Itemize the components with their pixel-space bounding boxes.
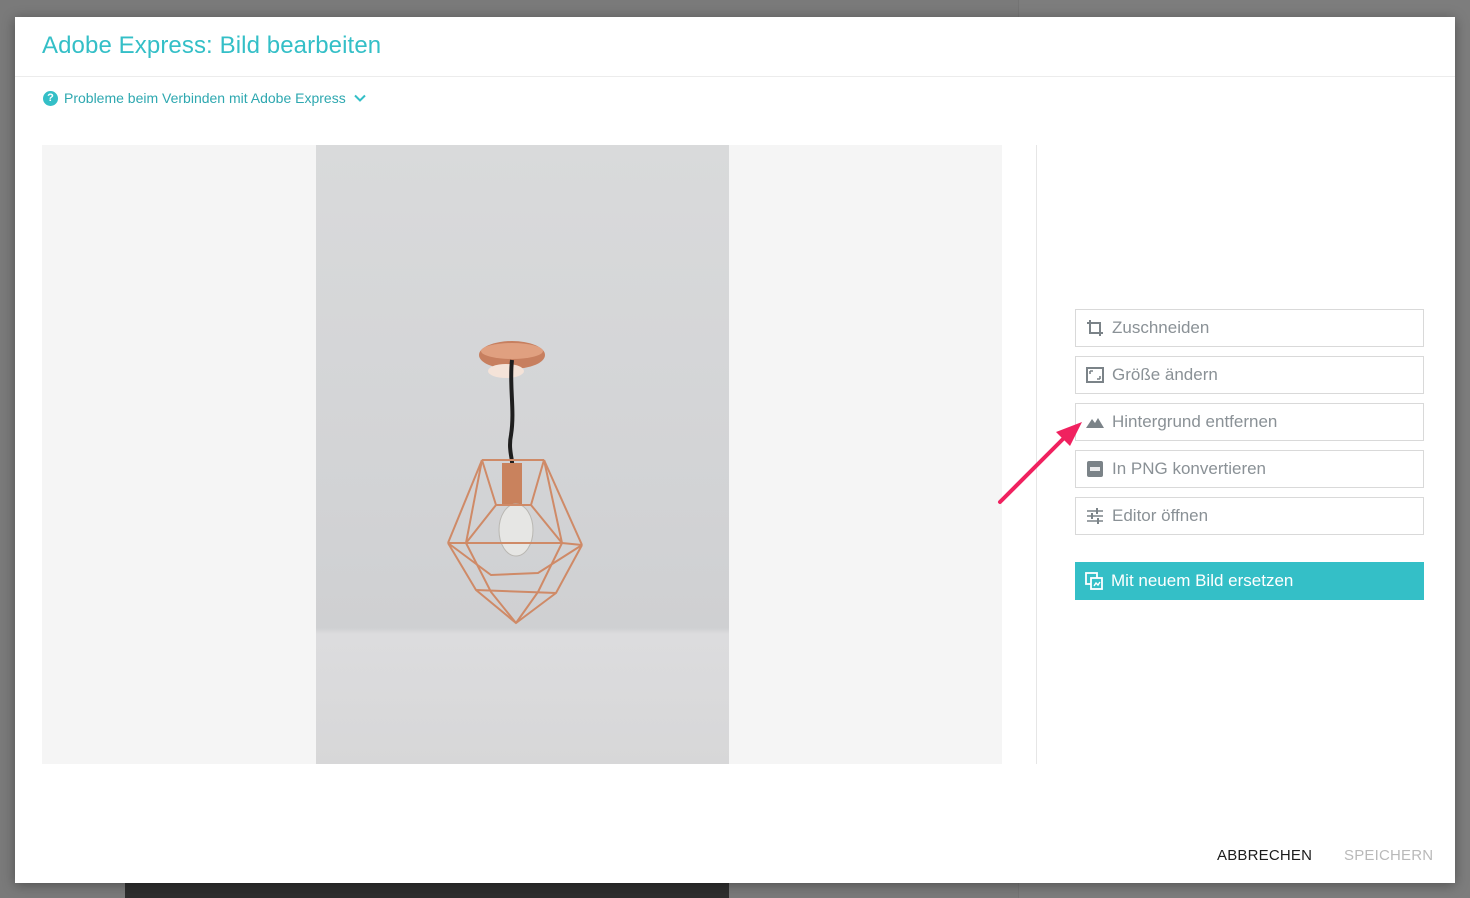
cancel-button[interactable]: ABBRECHEN	[1217, 847, 1312, 864]
dialog-title: Adobe Express: Bild bearbeiten	[42, 32, 382, 59]
pendant-lamp-illustration	[447, 341, 583, 625]
replace-image-label: Mit neuem Bild ersetzen	[1111, 571, 1294, 590]
remove-background-label: Hintergrund entfernen	[1112, 412, 1278, 431]
convert-png-button[interactable]: In PNG konvertieren	[1075, 450, 1424, 488]
resize-button[interactable]: Größe ändern	[1075, 356, 1424, 394]
dialog-header: Adobe Express: Bild bearbeiten	[15, 17, 1455, 77]
open-editor-label: Editor öffnen	[1112, 506, 1209, 525]
edit-actions-list: Zuschneiden Größe ändern Hintergrund ent…	[1075, 309, 1424, 544]
question-icon: ?	[43, 90, 58, 106]
resize-label: Größe ändern	[1112, 365, 1218, 384]
crop-button[interactable]: Zuschneiden	[1075, 309, 1424, 347]
convert-png-label: In PNG konvertieren	[1112, 459, 1267, 478]
connection-help-toggle[interactable]: ? Probleme beim Verbinden mit Adobe Expr…	[43, 89, 367, 107]
edit-image-dialog: Adobe Express: Bild bearbeiten ? Problem…	[15, 17, 1455, 883]
crop-label: Zuschneiden	[1112, 318, 1210, 337]
open-editor-button[interactable]: Editor öffnen	[1075, 497, 1424, 535]
annotation-arrow	[998, 422, 1082, 504]
chevron-down-icon	[354, 94, 366, 102]
remove-background-button[interactable]: Hintergrund entfernen	[1075, 403, 1424, 441]
connection-help-label: Probleme beim Verbinden mit Adobe Expres…	[64, 90, 346, 106]
backdrop-bottom-bar	[125, 883, 729, 898]
image-preview-area	[42, 145, 1002, 764]
image-preview	[316, 145, 729, 764]
resize-icon	[1085, 365, 1105, 385]
replace-image-button[interactable]: Mit neuem Bild ersetzen	[1075, 562, 1424, 600]
crop-icon	[1085, 318, 1105, 338]
save-button[interactable]: SPEICHERN	[1344, 847, 1433, 864]
replace-image-icon	[1084, 571, 1104, 591]
